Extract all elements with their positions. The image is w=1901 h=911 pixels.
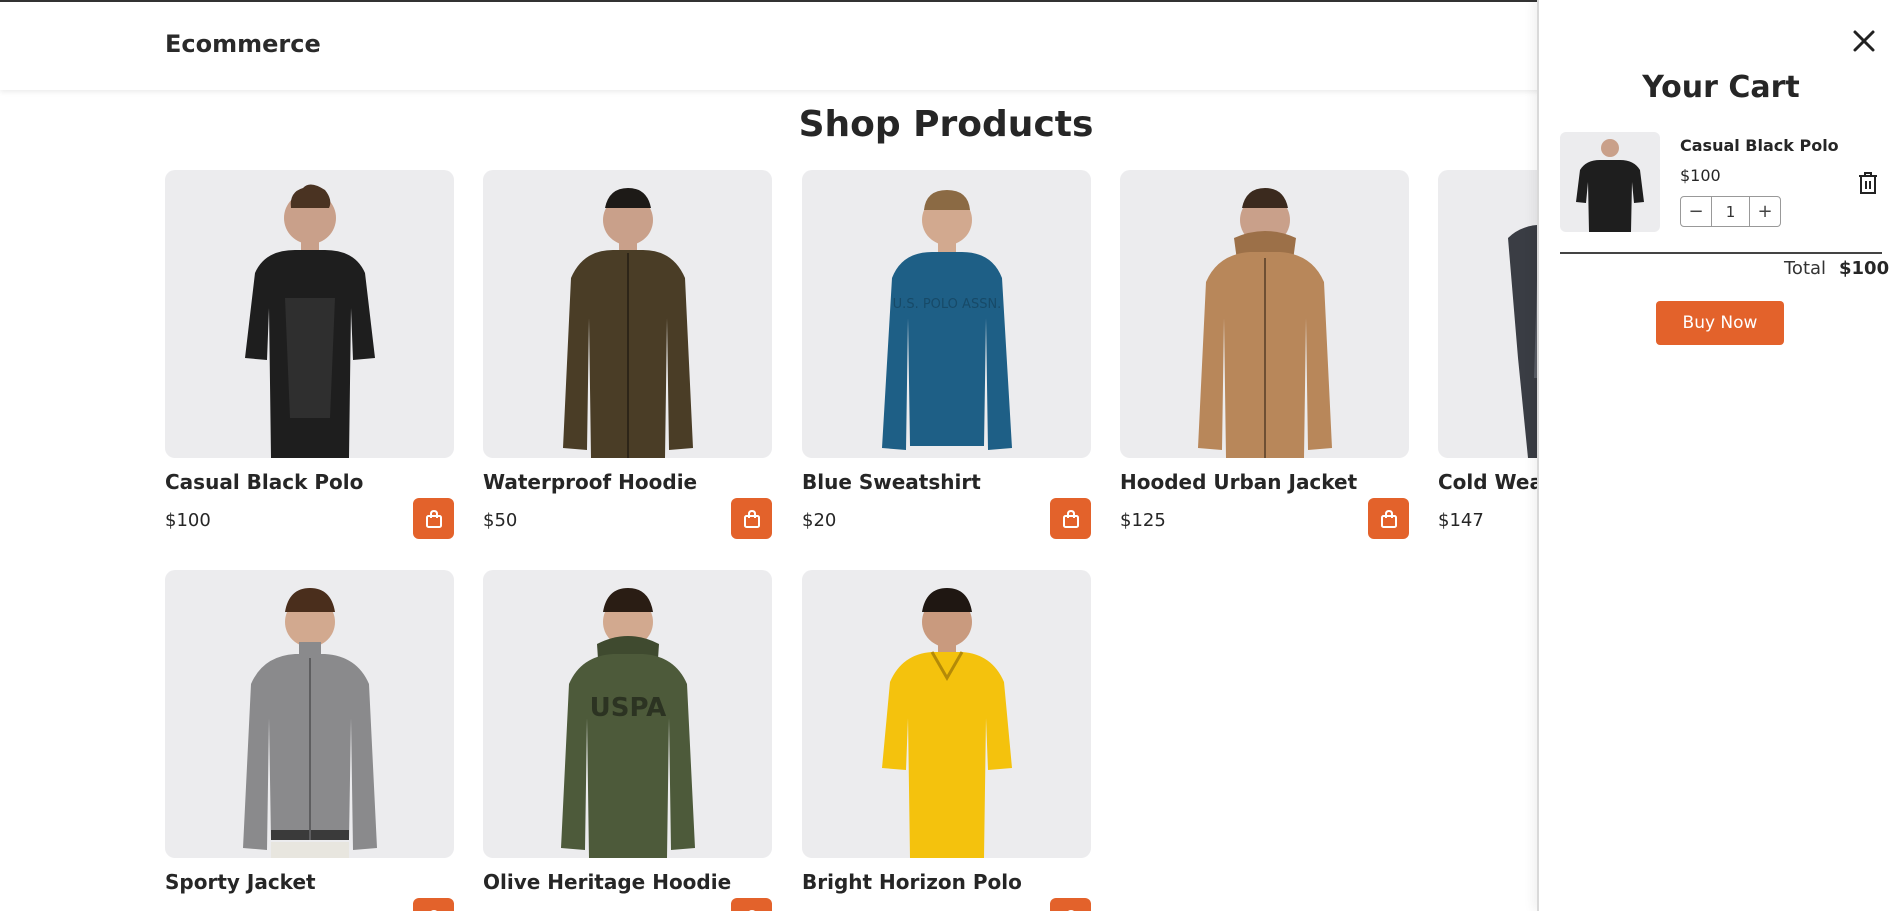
- product-image[interactable]: [802, 570, 1091, 858]
- product-card[interactable]: Casual Black Polo $100: [165, 170, 454, 539]
- product-price: $50: [483, 510, 518, 531]
- shopping-bag-icon: [743, 509, 760, 528]
- product-photo: [244, 184, 375, 458]
- product-photo: [242, 588, 377, 858]
- product-name[interactable]: Waterproof Hoodie: [483, 470, 772, 494]
- svg-text:USPA: USPA: [589, 693, 666, 723]
- add-to-cart-button[interactable]: [1368, 498, 1409, 539]
- product-image[interactable]: [165, 570, 454, 858]
- close-icon: [1853, 30, 1875, 52]
- decrement-button[interactable]: −: [1681, 197, 1711, 226]
- shopping-bag-icon: [425, 509, 442, 528]
- product-card[interactable]: Waterproof Hoodie $50: [483, 170, 772, 539]
- add-to-cart-button[interactable]: [413, 898, 454, 911]
- product-name[interactable]: Blue Sweatshirt: [802, 470, 1091, 494]
- cart-drawer: Your Cart Casual Black Polo $100 − 1 + T…: [1537, 0, 1901, 911]
- product-image[interactable]: U.S. POLO ASSN.: [802, 170, 1091, 458]
- brand-logo[interactable]: Ecommerce: [165, 30, 321, 58]
- product-card[interactable]: Bright Horizon Polo: [802, 570, 1091, 911]
- product-image[interactable]: [1120, 170, 1409, 458]
- product-image[interactable]: [483, 170, 772, 458]
- product-photo: U.S. POLO ASSN.: [881, 190, 1012, 450]
- cart-item-image: [1560, 132, 1660, 232]
- cart-item-photo: [1576, 139, 1644, 232]
- svg-text:U.S. POLO ASSN.: U.S. POLO ASSN.: [892, 297, 1001, 312]
- product-photo: [1197, 188, 1332, 458]
- cart-divider: [1560, 252, 1882, 254]
- add-to-cart-button[interactable]: [731, 898, 772, 911]
- quantity-stepper: − 1 +: [1680, 196, 1781, 227]
- trash-icon: [1859, 172, 1877, 194]
- product-name[interactable]: Sporty Jacket: [165, 870, 454, 894]
- product-price: $100: [165, 510, 211, 531]
- total-value: $100: [1839, 258, 1890, 279]
- product-image[interactable]: USPA: [483, 570, 772, 858]
- product-photo: USPA: [560, 588, 695, 858]
- remove-item-button[interactable]: [1857, 171, 1879, 195]
- product-card[interactable]: USPA Olive Heritage Hoodie: [483, 570, 772, 911]
- total-label: Total: [1784, 258, 1827, 279]
- product-price: $125: [1120, 510, 1166, 531]
- quantity-value[interactable]: 1: [1711, 197, 1750, 226]
- add-to-cart-button[interactable]: [731, 498, 772, 539]
- cart-title: Your Cart: [1642, 70, 1800, 105]
- product-photo: [881, 588, 1012, 858]
- cart-item-name: Casual Black Polo: [1680, 136, 1839, 155]
- product-photo: [562, 188, 693, 458]
- product-card[interactable]: U.S. POLO ASSN. Blue Sweatshirt $20: [802, 170, 1091, 539]
- add-to-cart-button[interactable]: [1050, 498, 1091, 539]
- add-to-cart-button[interactable]: [1050, 898, 1091, 911]
- cart-item-price: $100: [1680, 166, 1721, 185]
- product-name[interactable]: Olive Heritage Hoodie: [483, 870, 772, 894]
- add-to-cart-button[interactable]: [413, 498, 454, 539]
- shopping-bag-icon: [1380, 509, 1397, 528]
- buy-now-button[interactable]: Buy Now: [1656, 301, 1784, 345]
- increment-button[interactable]: +: [1750, 197, 1780, 226]
- close-cart-button[interactable]: [1851, 28, 1877, 54]
- product-name[interactable]: Hooded Urban Jacket: [1120, 470, 1409, 494]
- product-name[interactable]: Casual Black Polo: [165, 470, 454, 494]
- product-price: $20: [802, 510, 837, 531]
- product-image[interactable]: [165, 170, 454, 458]
- product-price: $147: [1438, 510, 1484, 531]
- product-grid: Casual Black Polo $100 Waterproof Hoodie…: [165, 170, 1765, 911]
- product-name[interactable]: Bright Horizon Polo: [802, 870, 1091, 894]
- product-card[interactable]: Sporty Jacket: [165, 570, 454, 911]
- product-card[interactable]: Hooded Urban Jacket $125: [1120, 170, 1409, 539]
- shopping-bag-icon: [1062, 509, 1079, 528]
